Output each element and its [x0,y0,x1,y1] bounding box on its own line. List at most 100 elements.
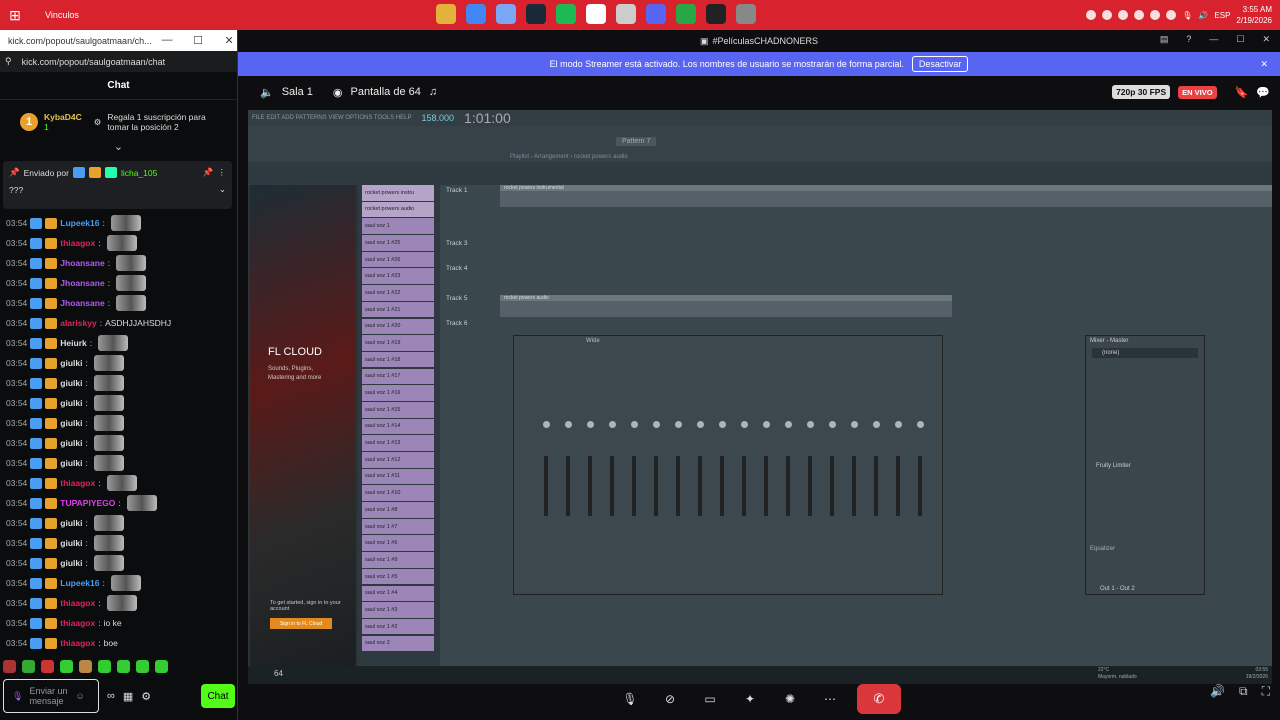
message-user[interactable]: Heiurk [60,338,86,348]
mixer-pan-knob[interactable] [873,421,880,428]
emote-icon[interactable] [98,660,111,673]
kick-icon[interactable] [736,4,756,24]
message-user[interactable]: giulki [60,378,82,388]
emoji-icon[interactable]: ☺ [75,691,84,701]
more-options-icon[interactable]: ⋯ [817,686,843,712]
discord-icon[interactable] [646,4,666,24]
app-icon[interactable] [496,4,516,24]
message-user[interactable]: giulki [60,558,82,568]
leader-name[interactable]: KybaD4C [44,112,82,122]
tray-icon[interactable] [1150,10,1161,20]
fl-channel-button[interactable]: saul voz 1 #25 [362,235,434,251]
message-user[interactable]: thiaagox [60,638,95,648]
message-user[interactable]: Jhoansane [60,278,104,288]
message-user[interactable]: thiaagox [60,238,95,248]
mixer-fader[interactable] [764,456,768,516]
language-indicator[interactable]: ESP [1214,11,1230,20]
chat-bubble-icon[interactable]: 💬 [1256,86,1270,99]
mixer-fader[interactable] [742,456,746,516]
mixer-fader[interactable] [830,456,834,516]
mixer-fader[interactable] [918,456,922,516]
mixer-fader[interactable] [874,456,878,516]
message-user[interactable]: Jhoansane [60,298,104,308]
fl-channel-button[interactable]: saul voz 1 #18 [362,351,434,368]
fl-channel-button[interactable]: saul voz 1 #4 [362,585,434,602]
mixer-fader[interactable] [654,456,658,516]
minimize-icon[interactable]: — [152,34,183,47]
fl-channel-button[interactable]: saul voz 1 #23 [362,268,434,285]
mixer-pan-knob[interactable] [587,421,594,428]
mixer-fader[interactable] [896,456,900,516]
emote-icon[interactable] [22,660,35,673]
microphone-icon[interactable]: 🎙 [1182,11,1192,20]
maximize-icon[interactable]: ☐ [1236,34,1244,45]
mixer-pan-knob[interactable] [609,421,616,428]
more-options-icon[interactable]: ⋮ [218,167,227,178]
fl-channel-button[interactable]: saul voz 1 #26 [362,251,434,268]
mixer-pan-knob[interactable] [719,421,726,428]
chat-input[interactable]: 🎙 Enviar un mensaje ☺ [3,679,99,713]
screen-share-icon[interactable]: ▭ [697,686,723,712]
steam-icon[interactable] [526,4,546,24]
fl-channel-button[interactable]: saul voz 1 #19 [362,335,434,351]
fl-channel-button[interactable]: saul voz 1 #6 [362,535,434,552]
mixer-fader[interactable] [698,456,702,516]
message-user[interactable]: giulki [60,418,82,428]
fl-channel-button[interactable]: saul voz 1 [362,218,434,234]
emote-icon[interactable] [60,660,73,673]
screen-share-view[interactable]: FILE EDIT ADD PATTERNS VIEW OPTIONS TOOL… [248,110,1272,666]
deactivate-button[interactable]: Desactivar [911,56,969,72]
fl-channel-button[interactable]: saul voz 1 #11 [362,468,434,485]
address-bar[interactable]: ⚲ kick.com/popout/saulgoatmaan/chat [0,51,237,72]
activities-icon[interactable]: ✦ [737,686,763,712]
mixer-pan-knob[interactable] [807,421,814,428]
message-user[interactable]: alariskyy [60,318,96,328]
mixer-fader[interactable] [808,456,812,516]
taskbar-app-label[interactable]: Vinculos [45,10,79,20]
mixer-none-select[interactable]: (none) [1092,348,1198,358]
chrome-icon[interactable] [466,4,486,24]
bookmark-icon[interactable]: 🔖 [1235,86,1249,99]
expand-chevron-icon[interactable]: ⌄ [0,140,237,153]
message-user[interactable]: Lupeek16 [60,578,99,588]
bag-icon[interactable] [616,4,636,24]
tray-icon[interactable] [1166,10,1177,20]
minimize-icon[interactable]: — [1209,34,1218,45]
folder-icon[interactable] [436,4,456,24]
close-icon[interactable]: ✕ [1262,34,1270,45]
fl-channel-button[interactable]: saul voz 1 #22 [362,285,434,301]
fl-channel-button[interactable]: saul voz 1 #5 [362,568,434,585]
fullscreen-icon[interactable]: ⛶ [1262,684,1270,699]
tray-icon[interactable] [1102,10,1113,20]
fl-channel-button[interactable]: saul voz 1 #12 [362,452,434,468]
mixer-pan-knob[interactable] [741,421,748,428]
message-user[interactable]: thiaagox [60,478,95,488]
pinned-user[interactable]: licha_105 [121,168,157,178]
site-settings-icon[interactable]: ⚲ [5,56,12,67]
mixer-output[interactable]: Out 1 - Out 2 [1100,586,1135,592]
fl-channel-button[interactable]: saul voz 1 #15 [362,401,434,418]
taskbar-clock[interactable]: 3:55 AM 2/19/2026 [1236,4,1272,26]
mixer-pan-knob[interactable] [785,421,792,428]
emote-icon[interactable] [41,660,54,673]
spotify-icon[interactable] [556,4,576,24]
fl-channel-button[interactable]: saul voz 1 #9 [362,552,434,568]
fl-signin-button[interactable]: Sign in to FL Cloud [270,618,332,629]
fl-channel-button[interactable]: saul voz 1 #2 [362,618,434,635]
message-user[interactable]: giulki [60,518,82,528]
emote-icon[interactable] [117,660,130,673]
soundboard-icon[interactable]: ✺ [777,686,803,712]
message-user[interactable]: giulki [60,438,82,448]
mixer-fader[interactable] [676,456,680,516]
mixer-pan-knob[interactable] [851,421,858,428]
fl-channel-button[interactable]: saul voz 1 #20 [362,318,434,335]
mixer-limiter[interactable]: Fruity Limiter [1096,463,1131,469]
mixer-fader[interactable] [566,456,570,516]
chevron-down-icon[interactable]: ⌄ [219,184,226,195]
game-icon[interactable] [676,4,696,24]
microphone-icon[interactable]: 🎙 [617,686,643,712]
fl-channel-button[interactable]: saul voz 1 #10 [362,485,434,501]
mixer-fader[interactable] [720,456,724,516]
message-user[interactable]: Jhoansane [60,258,104,268]
mixer-pan-knob[interactable] [829,421,836,428]
